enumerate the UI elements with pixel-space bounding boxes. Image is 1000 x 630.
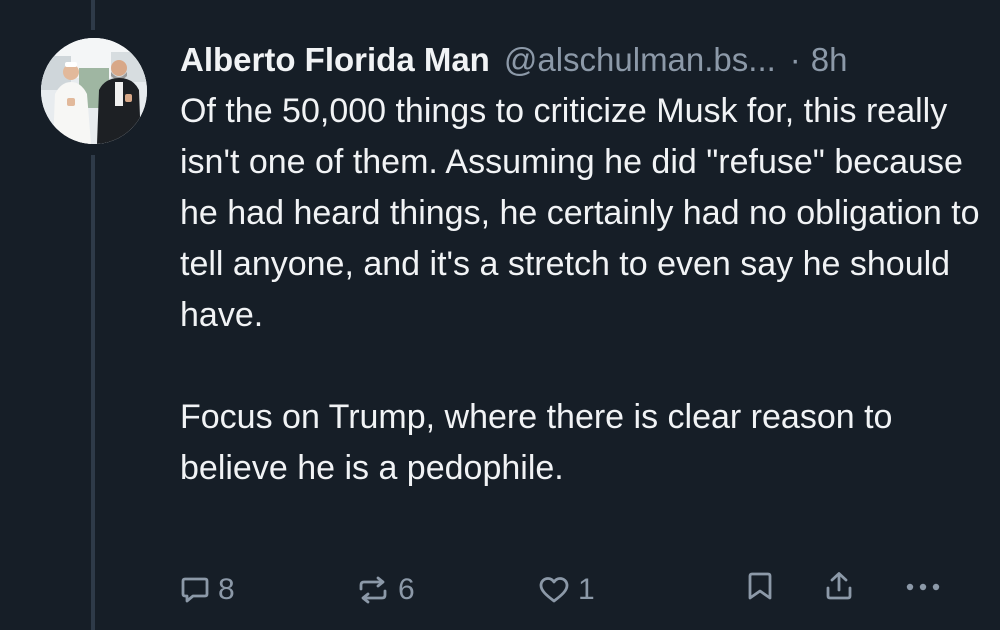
ellipsis-icon [906,583,940,591]
speech-bubble-icon [181,577,209,603]
heart-icon [539,577,569,603]
avatar[interactable] [41,38,147,144]
repost-arrows-icon [359,576,387,604]
more-options-button[interactable] [903,570,943,602]
bookmark-icon [748,572,772,600]
share-button[interactable] [823,570,855,602]
thread-line-top [91,0,95,30]
repost-count: 6 [398,573,415,606]
like-button[interactable]: 1 [538,570,595,610]
repost-button[interactable]: 6 [356,570,415,610]
avatar-photo [41,38,147,144]
post-paragraph: Of the 50,000 things to criticize Musk f… [180,92,980,334]
post-timestamp[interactable]: 8h [811,36,848,84]
thread-line-bottom [91,155,95,630]
post-body: Of the 50,000 things to criticize Musk f… [180,86,980,494]
reply-button[interactable]: 8 [180,570,235,610]
author-name[interactable]: Alberto Florida Man [180,36,490,84]
post-actions: 8 6 1 [0,566,1000,616]
like-count: 1 [578,573,595,606]
reply-count: 8 [218,573,235,606]
post-content[interactable]: Alberto Florida Man @alschulman.bs... · … [180,36,980,494]
meta-separator: · [789,41,801,78]
share-upload-icon [826,572,852,600]
bookmark-button[interactable] [745,570,775,602]
author-handle[interactable]: @alschulman.bs... [504,36,776,84]
post-header: Alberto Florida Man @alschulman.bs... · … [180,36,980,84]
post-paragraph: Focus on Trump, where there is clear rea… [180,398,893,487]
